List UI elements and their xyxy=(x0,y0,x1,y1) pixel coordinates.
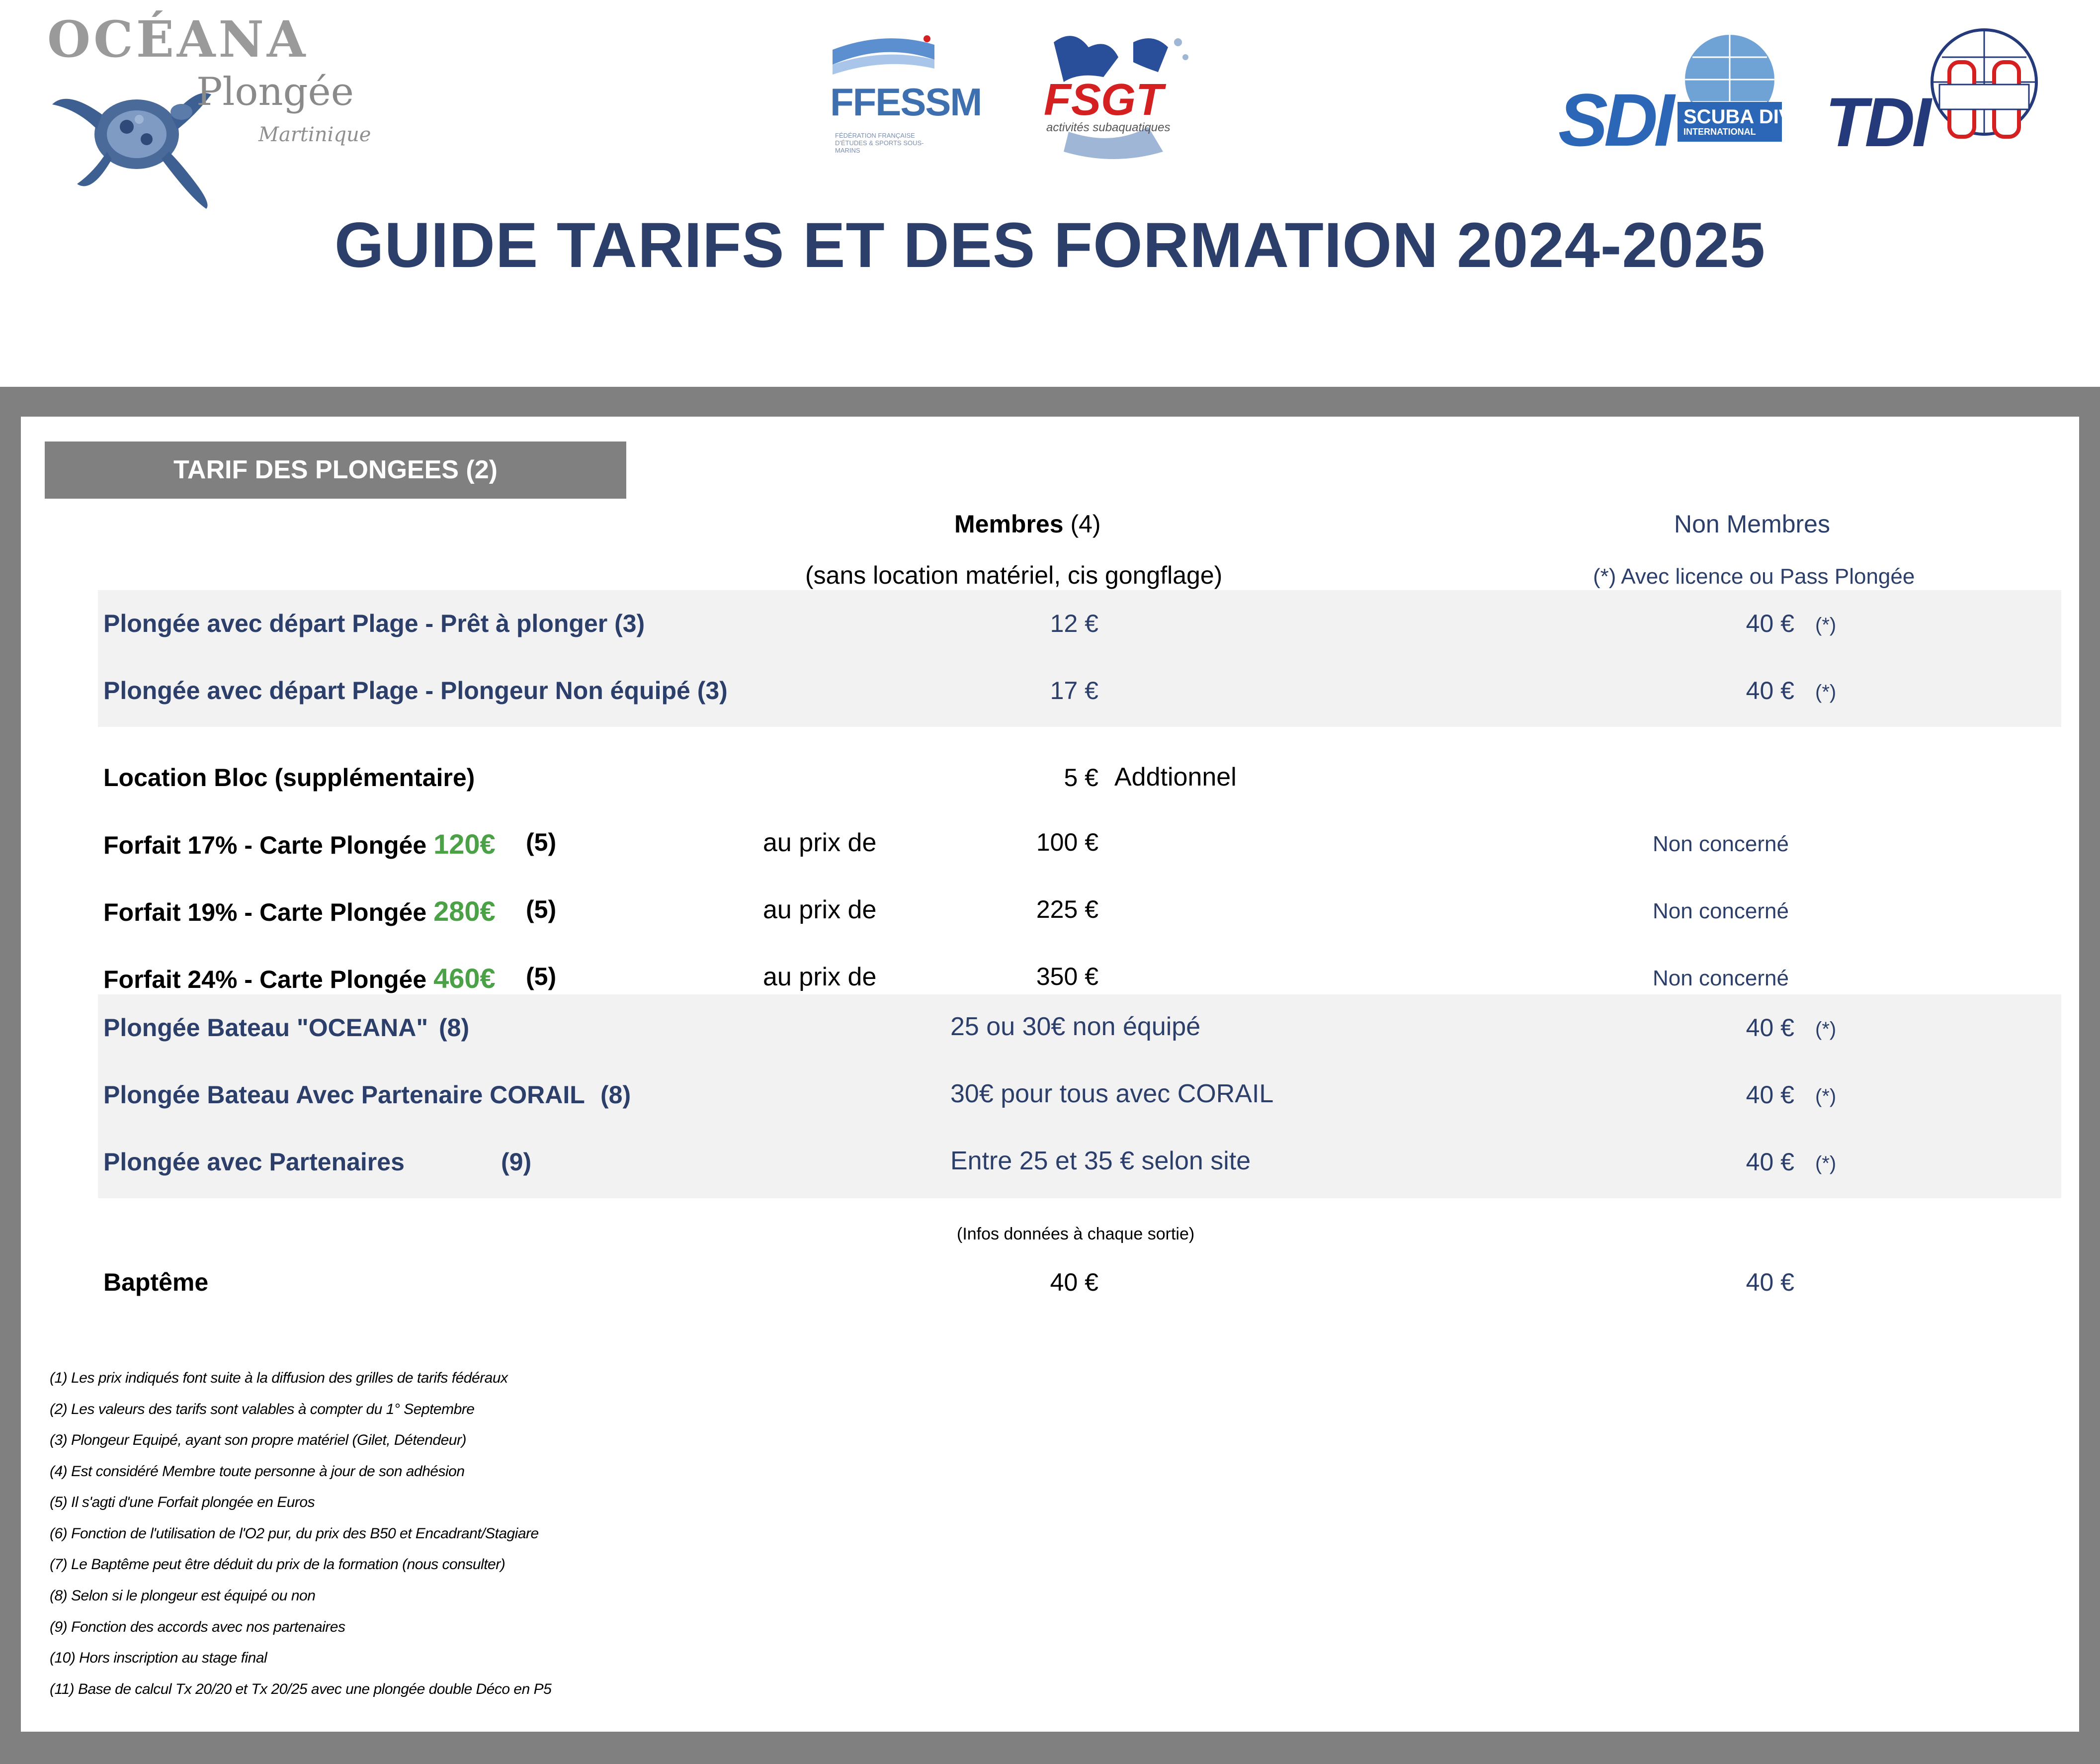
page-title: GUIDE TARIFS ET DES FORMATION 2024-2025 xyxy=(334,210,1766,281)
tdi-logo: TDI xyxy=(1825,27,2049,161)
forfait24-nonmember: Non concerné xyxy=(1653,966,1789,990)
row-extra-location-bloc: Addtionnel xyxy=(1114,763,1237,792)
row-star-plage-non-equipe: (*) xyxy=(1815,681,1837,703)
section-tab: TARIF DES PLONGEES (2) xyxy=(45,441,626,499)
row-label-partenaires: Plongée avec Partenaires (9) xyxy=(103,1147,531,1176)
row-star-plage-pret: (*) xyxy=(1815,614,1837,636)
row-label-bapteme: Baptême xyxy=(103,1268,209,1296)
members-header: Membres (4) xyxy=(954,510,1101,538)
row-label-bateau-oceana: Plongée Bateau "OCEANA" (8) xyxy=(103,1013,469,1042)
row-label-location-bloc: Location Bloc (supplémentaire) xyxy=(103,764,475,792)
row-label-forfait17: Forfait 17% - Carte Plongée 120€ (5) xyxy=(103,828,556,860)
bateau-corail-star: (*) xyxy=(1815,1085,1837,1107)
bateau-oceana-nonmember: 40 € xyxy=(1746,1014,1794,1042)
footnote: (6) Fonction de l'utilisation de l'O2 pu… xyxy=(50,1525,539,1542)
tdi-globe-tanks-icon xyxy=(1931,28,2038,139)
forfait19-au-prix: au prix de xyxy=(763,895,877,924)
footnote: (1) Les prix indiqués font suite à la di… xyxy=(50,1370,508,1386)
footnote: (4) Est considéré Membre toute personne … xyxy=(50,1463,465,1480)
forfait24-label: Forfait 24% - Carte Plongée xyxy=(103,966,427,993)
bateau-oceana-star: (*) xyxy=(1815,1018,1837,1040)
sdi-logo-text: SCUBA DIVING xyxy=(1683,106,1828,128)
members-subheader: (sans location matériel, cis gongflage) xyxy=(805,561,1223,589)
bapteme-member: 40 € xyxy=(1050,1268,1098,1296)
ffessm-logo: FFESSM FÉDÉRATION FRANÇAISE D'ÉTUDES & S… xyxy=(830,30,982,154)
sdi-logo: SDI SCUBA DIVING INTERNATIONAL xyxy=(1558,27,1828,162)
sdi-logo-word: SDI xyxy=(1558,78,1675,162)
bateau-oceana-member: 25 ou 30€ non équipé xyxy=(950,1012,1201,1041)
row-member-location-bloc: 5 € xyxy=(1064,764,1098,792)
nonmembers-header: Non Membres xyxy=(1674,510,1830,538)
footnote: (2) Les valeurs des tarifs sont valables… xyxy=(50,1401,475,1417)
footnote: (9) Fonction des accords avec nos parten… xyxy=(50,1619,345,1635)
members-header-label: Membres xyxy=(954,510,1064,538)
row-label-plage-pret: Plongée avec départ Plage - Prêt à plong… xyxy=(103,610,645,637)
bateau-oceana-label: Plongée Bateau "OCEANA" xyxy=(103,1014,428,1042)
forfait24-ref: (5) xyxy=(526,963,557,990)
forfait17-nonmember: Non concerné xyxy=(1653,832,1789,856)
footnote: (7) Le Baptême peut être déduit du prix … xyxy=(50,1556,505,1573)
ffessm-logo-small: FÉDÉRATION FRANÇAISE D'ÉTUDES & SPORTS S… xyxy=(835,132,924,154)
footnote: (5) Il s'agti d'une Forfait plongée en E… xyxy=(50,1494,315,1510)
partenaires-nonmember: 40 € xyxy=(1746,1148,1794,1176)
partenaires-star: (*) xyxy=(1815,1152,1837,1174)
ffessm-logo-word: FFESSM xyxy=(830,80,982,124)
forfait19-amount: 280€ xyxy=(433,895,496,927)
row-label-bateau-corail: Plongée Bateau Avec Partenaire CORAIL (8… xyxy=(103,1080,631,1109)
bateau-oceana-ref: (8) xyxy=(439,1014,470,1042)
fsgt-logo-sub: activités subaquatiques xyxy=(1046,121,1171,134)
forfait19-ref: (5) xyxy=(526,895,557,923)
forfait17-ref: (5) xyxy=(526,828,557,856)
members-header-ref: (4) xyxy=(1070,510,1101,538)
fsgt-logo: FSGT activités subaquatiques xyxy=(1034,27,1198,162)
row-member-plage-pret: 12 € xyxy=(1050,610,1098,637)
forfait24-member: 350 € xyxy=(1036,963,1098,990)
forfait17-au-prix: au prix de xyxy=(763,828,877,857)
row-label-forfait24: Forfait 24% - Carte Plongée 460€ (5) xyxy=(103,962,556,994)
footnote: (8) Selon si le plongeur est équipé ou n… xyxy=(50,1588,316,1604)
partenaires-label: Plongée avec Partenaires xyxy=(103,1148,405,1176)
bateau-corail-ref: (8) xyxy=(600,1081,631,1109)
forfait17-label: Forfait 17% - Carte Plongée xyxy=(103,831,427,859)
forfait19-label: Forfait 19% - Carte Plongée xyxy=(103,898,427,926)
footnote: (10) Hors inscription au stage final xyxy=(50,1650,267,1666)
bateau-corail-label: Plongée Bateau Avec Partenaire CORAIL xyxy=(103,1081,585,1109)
forfait17-member: 100 € xyxy=(1036,828,1098,856)
forfait19-nonmember: Non concerné xyxy=(1653,899,1789,923)
partenaires-member: Entre 25 et 35 € selon site xyxy=(950,1147,1251,1175)
forfait19-member: 225 € xyxy=(1036,895,1098,923)
bapteme-nonmember: 40 € xyxy=(1746,1268,1794,1296)
oceana-logo-sub: Martinique xyxy=(258,123,371,146)
oceana-logo: OCÉANA Plongée Martinique xyxy=(47,10,385,219)
forfait24-amount: 460€ xyxy=(433,963,496,994)
footnote: (3) Plongeur Equipé, ayant son propre ma… xyxy=(50,1432,466,1448)
row-nonmember-plage-pret: 40 € xyxy=(1746,610,1794,637)
footnote: (11) Base de calcul Tx 20/20 et Tx 20/25… xyxy=(50,1681,552,1697)
row-nonmember-plage-non-equipe: 40 € xyxy=(1746,677,1794,705)
bateau-corail-nonmember: 40 € xyxy=(1746,1081,1794,1109)
sdi-logo-text2: INTERNATIONAL xyxy=(1683,127,1756,137)
tdi-logo-word: TDI xyxy=(1825,83,1932,161)
fsgt-logo-word: FSGT xyxy=(1044,75,1163,125)
ffessm-wave-icon xyxy=(833,35,934,75)
row-member-plage-non-equipe: 17 € xyxy=(1050,677,1098,705)
oceana-logo-plongee: Plongée xyxy=(196,70,354,114)
forfait17-amount: 120€ xyxy=(433,828,496,860)
row-label-forfait19: Forfait 19% - Carte Plongée 280€ (5) xyxy=(103,895,556,927)
nonmembers-subheader: (*) Avec licence ou Pass Plongée xyxy=(1593,564,1915,589)
bateau-corail-member: 30€ pour tous avec CORAIL xyxy=(950,1079,1274,1108)
partenaires-ref: (9) xyxy=(501,1148,532,1176)
row-label-plage-non-equipe: Plongée avec départ Plage - Plongeur Non… xyxy=(103,677,728,705)
forfait24-au-prix: au prix de xyxy=(763,963,877,991)
infos-note: (Infos données à chaque sortie) xyxy=(957,1225,1195,1243)
